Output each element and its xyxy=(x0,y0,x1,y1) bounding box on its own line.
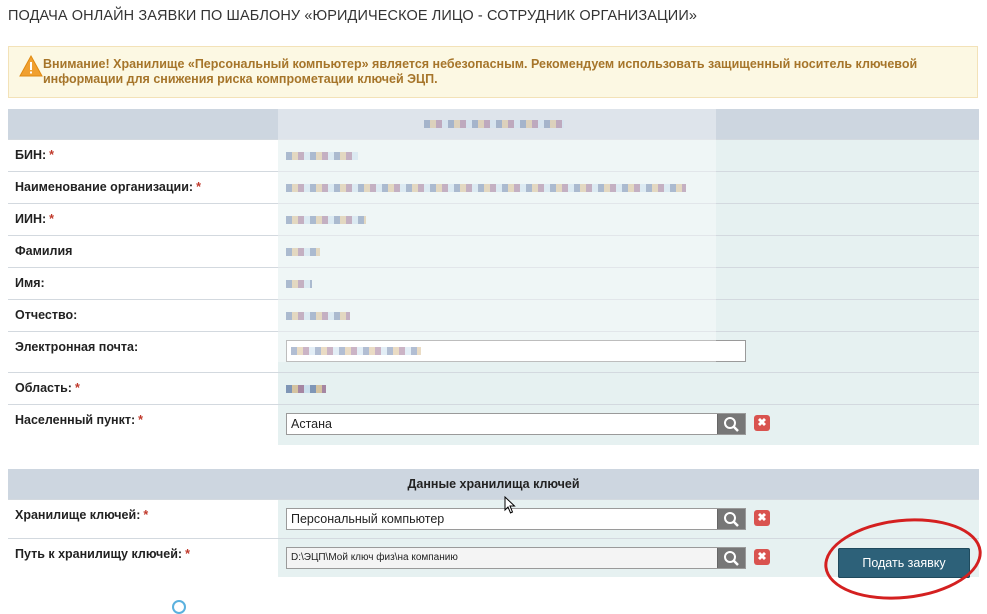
value-cell xyxy=(278,332,979,372)
key-path-input[interactable]: D:\ЭЦП\Мой ключ физ\на компанию xyxy=(286,547,746,569)
settlement-input[interactable]: Астана xyxy=(286,413,746,435)
close-icon[interactable]: ✖ xyxy=(754,510,770,526)
value-cell xyxy=(278,268,979,299)
field-label: Отчество: xyxy=(15,308,78,322)
field-label: БИН: * xyxy=(15,148,55,162)
redacted-header xyxy=(423,120,564,128)
field-row-iin: ИИН: * xyxy=(8,203,979,235)
warning-icon xyxy=(19,55,43,77)
field-row-name: Имя: xyxy=(8,267,979,299)
email-input[interactable] xyxy=(286,340,746,362)
search-icon[interactable] xyxy=(717,548,745,568)
value-cell xyxy=(278,204,979,235)
help-icon[interactable] xyxy=(172,600,186,614)
org-details-section: БИН: * Наименование организации: * ИИН: * Ф… xyxy=(8,109,979,445)
value-cell xyxy=(278,373,979,404)
storage-value: Персональный компьютер xyxy=(291,512,445,526)
field-label: Хранилище ключей: * xyxy=(15,508,149,522)
org-section-header xyxy=(8,109,979,139)
close-icon[interactable]: ✖ xyxy=(754,415,770,431)
settlement-value: Астана xyxy=(291,417,332,431)
field-row-org-name: Наименование организации: * xyxy=(8,171,979,203)
field-label: Путь к хранилищу ключей: * xyxy=(15,547,190,561)
redacted-value xyxy=(286,248,320,256)
field-label: Область: * xyxy=(15,381,80,395)
storage-select[interactable]: Персональный компьютер xyxy=(286,508,746,530)
field-row-surname: Фамилия xyxy=(8,235,979,267)
warning-alert: Внимание! Хранилище «Персональный компью… xyxy=(8,46,978,98)
mouse-cursor-icon xyxy=(504,496,516,514)
field-row-storage: Хранилище ключей: * Персональный компьюте… xyxy=(8,499,979,538)
close-icon[interactable]: ✖ xyxy=(754,549,770,565)
redacted-value xyxy=(286,216,366,224)
field-row-email: Электронная почта: xyxy=(8,331,979,372)
field-row-bin: БИН: * xyxy=(8,139,979,171)
redacted-value xyxy=(286,184,686,192)
redacted-value xyxy=(286,152,358,160)
field-row-settlement: Населенный пункт: * Астана ✖ xyxy=(8,404,979,445)
value-cell xyxy=(278,140,979,171)
field-label: ИИН: * xyxy=(15,212,55,226)
search-icon[interactable] xyxy=(717,414,745,434)
value-cell xyxy=(278,172,979,203)
redacted-value xyxy=(291,347,421,355)
value-cell xyxy=(278,236,979,267)
field-label: Фамилия xyxy=(15,244,73,258)
key-path-value: D:\ЭЦП\Мой ключ физ\на компанию xyxy=(291,552,458,563)
value-cell xyxy=(278,300,979,331)
alert-message: Внимание! Хранилище «Персональный компью… xyxy=(43,57,918,86)
key-section-header: Данные хранилища ключей xyxy=(8,469,979,499)
field-row-patronymic: Отчество: xyxy=(8,299,979,331)
field-label: Электронная почта: xyxy=(15,340,139,354)
redacted-value xyxy=(286,280,312,288)
field-label: Имя: xyxy=(15,276,45,290)
redacted-value xyxy=(286,385,326,393)
search-icon[interactable] xyxy=(717,509,745,529)
field-label: Наименование организации: * xyxy=(15,180,201,194)
field-row-region: Область: * xyxy=(8,372,979,404)
field-label: Населенный пункт: * xyxy=(15,413,144,427)
page-title: ПОДАЧА ОНЛАЙН ЗАЯВКИ ПО ШАБЛОНУ «ЮРИДИЧЕ… xyxy=(8,8,698,24)
redacted-value xyxy=(286,312,350,320)
value-cell: Астана ✖ xyxy=(278,405,979,445)
